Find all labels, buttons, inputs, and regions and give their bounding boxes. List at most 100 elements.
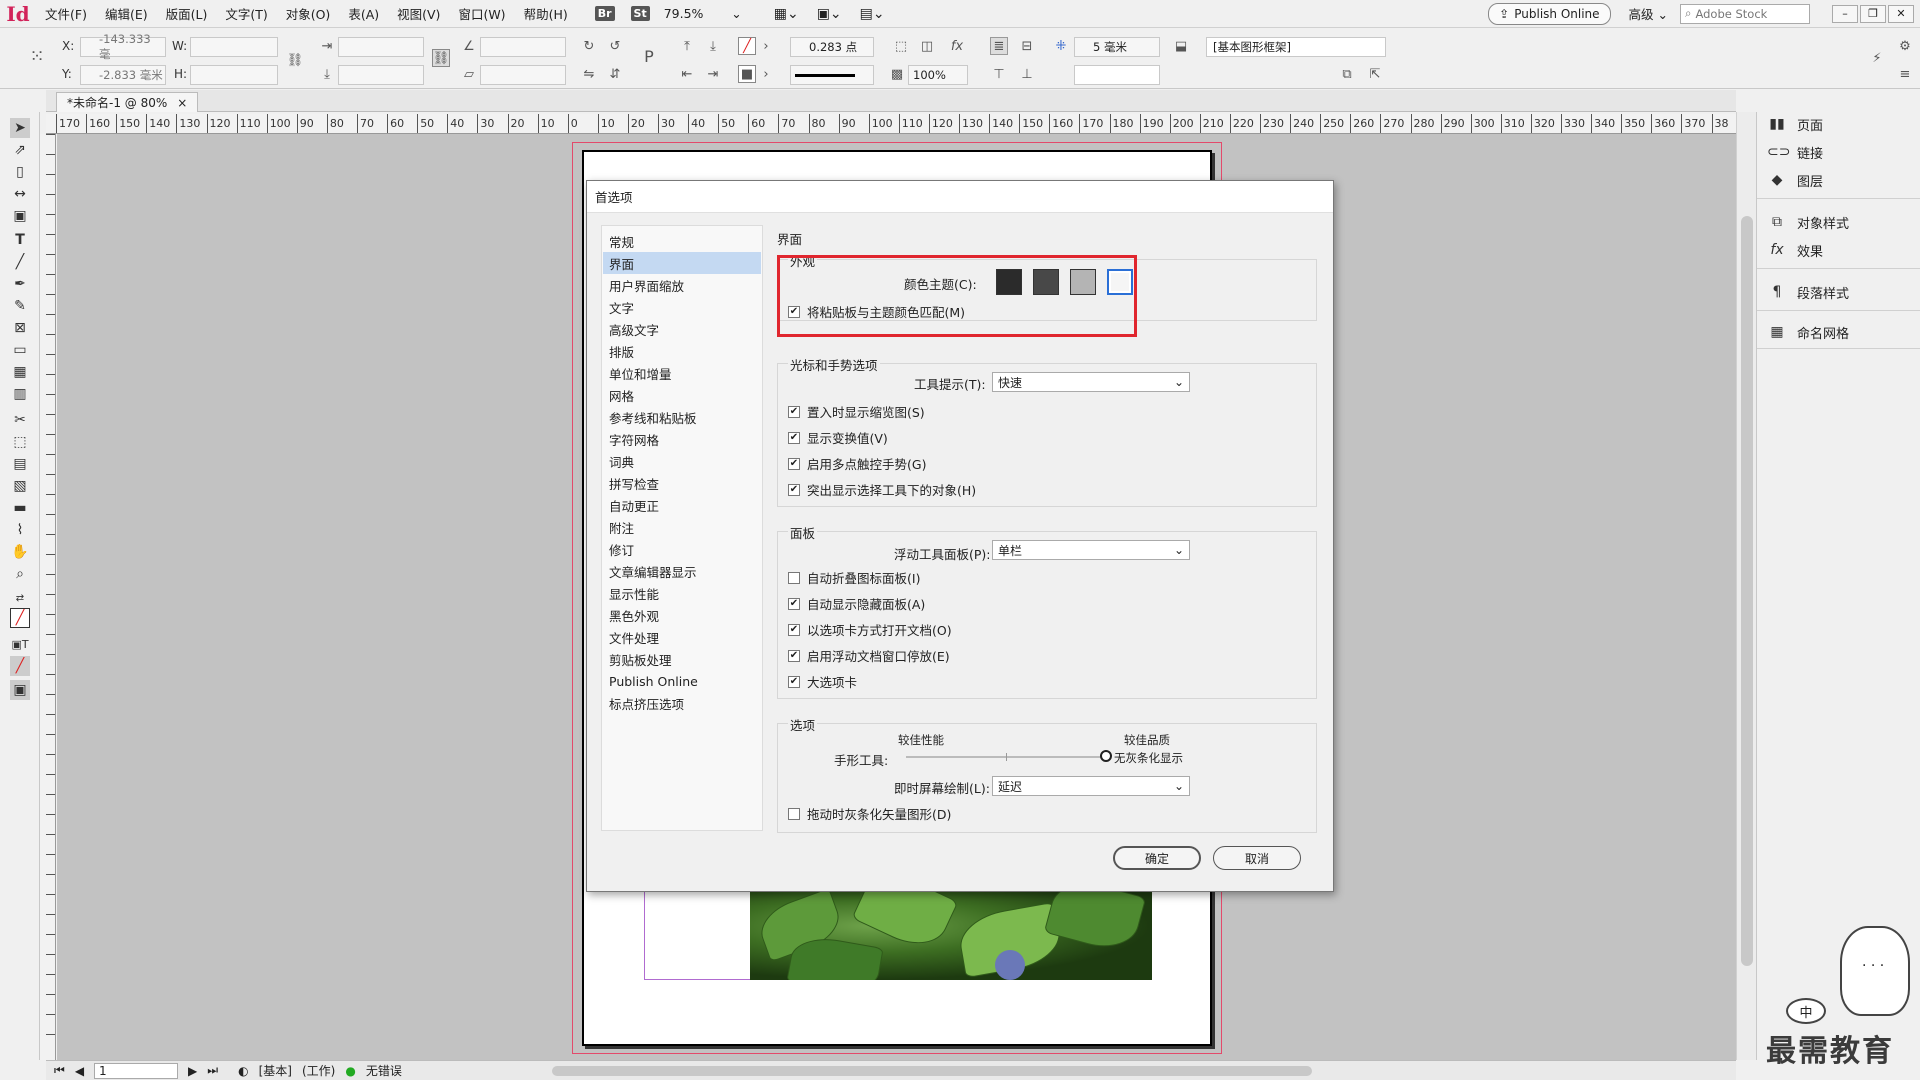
stroke-weight-field[interactable]: 0.283 点 — [790, 37, 874, 57]
layers-panel-tab[interactable]: ◆ 图层 — [1767, 168, 1823, 192]
stock-button[interactable]: St — [630, 6, 650, 21]
select-container-icon[interactable]: ⤒ — [678, 37, 696, 55]
slider-knob[interactable] — [1100, 750, 1112, 762]
flip-vertical-icon[interactable]: ⇵ — [606, 65, 624, 83]
live-draw-select[interactable]: 延迟 ⌄ — [992, 776, 1190, 796]
hand-tool-slider[interactable] — [906, 750, 1112, 762]
clear-overrides-icon[interactable]: ⧉ — [1338, 65, 1356, 83]
preflight-profile-icon[interactable]: ◐ — [238, 1064, 248, 1078]
nav-item[interactable]: 标点挤压选项 — [603, 692, 761, 714]
document-tab[interactable]: *未命名-1 @ 80% × — [56, 92, 199, 112]
nav-item[interactable]: 文字 — [603, 296, 761, 318]
reference-point-icon[interactable]: ⁙ — [28, 46, 46, 67]
nav-item[interactable]: 修订 — [603, 538, 761, 560]
restore-button[interactable]: ❐ — [1860, 4, 1886, 23]
grid-tool-icon[interactable]: ▥ — [10, 384, 30, 404]
nav-item[interactable]: 常规 — [603, 230, 761, 252]
constrain-proportions-icon[interactable]: ⛓ — [286, 51, 304, 69]
ok-button[interactable]: 确定 — [1113, 846, 1201, 870]
scale-y-field[interactable] — [338, 65, 424, 85]
gradient-feather-tool-icon[interactable]: ▧ — [10, 476, 30, 496]
named-grids-panel-tab[interactable]: ▦ 命名网格 — [1767, 320, 1849, 344]
page-tool-icon[interactable]: ▯ — [10, 162, 30, 182]
constrain-scale-icon[interactable]: ⛓ — [432, 49, 450, 67]
content-collector-icon[interactable]: ▣ — [10, 206, 30, 226]
apply-none-icon[interactable]: ╱ — [10, 656, 30, 676]
cursor-option-checkbox[interactable]: ✔ 置入时显示缩览图(S) — [788, 402, 925, 421]
drop-shadow-icon[interactable]: ◫ — [918, 37, 936, 55]
formatting-affects-icon[interactable]: ▣T — [10, 634, 30, 654]
swap-fill-stroke-icon[interactable]: ⇄ — [10, 588, 30, 608]
offset-field[interactable]: 5 毫米 — [1074, 37, 1160, 57]
menu-edit[interactable]: 编辑(E) — [96, 0, 157, 28]
panel-option-checkbox[interactable]: ✔ 自动显示隐藏面板(A) — [788, 594, 925, 613]
pages-panel-tab[interactable]: ▮▮ 页面 — [1767, 112, 1823, 136]
bridge-button[interactable]: Br — [594, 6, 615, 21]
scissors-tool-icon[interactable]: ✂ — [10, 410, 30, 430]
align-top-icon[interactable]: ⊤ — [990, 65, 1008, 83]
free-transform-tool-icon[interactable]: ⬚ — [10, 432, 30, 452]
placed-image[interactable] — [750, 890, 1152, 980]
tooltip-select[interactable]: 快速 ⌄ — [992, 372, 1190, 392]
nav-item[interactable]: 网格 — [603, 384, 761, 406]
vertical-scrollbar[interactable] — [1736, 112, 1756, 1060]
select-next-icon[interactable]: ⇥ — [704, 65, 722, 83]
selection-tool-icon[interactable]: ➤ — [10, 118, 30, 138]
gap-tool-icon[interactable]: ↔ — [10, 184, 30, 204]
workspace-select[interactable]: 高级 ⌄ — [1629, 4, 1668, 23]
nav-item[interactable]: 界面 — [603, 252, 761, 274]
x-field[interactable]: -143.333 毫 — [80, 32, 166, 61]
rotate-cw-icon[interactable]: ↻ — [580, 37, 598, 55]
y-field[interactable]: -2.833 毫米 — [80, 65, 166, 85]
nav-item[interactable]: 词典 — [603, 450, 761, 472]
nav-item[interactable]: Publish Online — [603, 670, 761, 692]
line-tool-icon[interactable]: ╱ — [10, 252, 30, 272]
first-page-icon[interactable]: ⏮ — [54, 1063, 65, 1078]
pencil-tool-icon[interactable]: ✎ — [10, 296, 30, 316]
floating-panel-select[interactable]: 单栏 ⌄ — [992, 540, 1190, 560]
nav-item[interactable]: 附注 — [603, 516, 761, 538]
effects-panel-tab[interactable]: fx 效果 — [1767, 238, 1823, 262]
h-field[interactable] — [190, 65, 278, 85]
nav-item[interactable]: 自动更正 — [603, 494, 761, 516]
nav-item[interactable]: 文件处理 — [603, 626, 761, 648]
note-tool-icon[interactable]: ▬ — [10, 498, 30, 518]
object-style-select[interactable]: [基本图形框架] — [1206, 37, 1386, 57]
zoom-select[interactable]: 79.5% ⌄ — [658, 6, 748, 21]
fill-menu-icon[interactable]: › — [760, 37, 772, 55]
panel-menu-icon[interactable]: ≡ — [1896, 65, 1914, 83]
scale-x-field[interactable] — [338, 37, 424, 57]
menu-view[interactable]: 视图(V) — [388, 0, 449, 28]
gradient-tool-icon[interactable]: ▤ — [10, 454, 30, 474]
rotate-ccw-icon[interactable]: ↺ — [606, 37, 624, 55]
screen-mode-icon[interactable]: ▣ — [10, 680, 30, 700]
page-number-field[interactable]: 1 — [94, 1062, 179, 1079]
settings-icon[interactable]: ⚙ — [1896, 37, 1914, 55]
cursor-option-checkbox[interactable]: ✔ 显示变换值(V) — [788, 428, 888, 447]
type-tool-icon[interactable]: T — [10, 230, 30, 250]
shear-field[interactable] — [480, 65, 566, 85]
cursor-option-checkbox[interactable]: ✔ 启用多点触控手势(G) — [788, 454, 926, 473]
align-text-icon[interactable]: ≣ — [990, 37, 1008, 55]
cancel-button[interactable]: 取消 — [1213, 846, 1301, 870]
nav-item[interactable]: 剪贴板处理 — [603, 648, 761, 670]
menu-table[interactable]: 表(A) — [339, 0, 388, 28]
table-tool-icon[interactable]: ▦ — [10, 362, 30, 382]
zoom-tool-icon[interactable]: ⌕ — [10, 564, 30, 584]
pen-tool-icon[interactable]: ✒ — [10, 274, 30, 294]
close-window-button[interactable]: ✕ — [1888, 4, 1914, 23]
nav-item[interactable]: 参考线和粘贴板 — [603, 406, 761, 428]
rectangle-frame-tool-icon[interactable]: ⊠ — [10, 318, 30, 338]
rectangle-tool-icon[interactable]: ▭ — [10, 340, 30, 360]
eyedropper-tool-icon[interactable]: ⌇ — [10, 520, 30, 540]
panel-option-checkbox[interactable]: 自动折叠图标面板(I) — [788, 568, 920, 587]
nav-item[interactable]: 高级文字 — [603, 318, 761, 340]
stroke-color-field[interactable] — [1074, 65, 1160, 85]
nav-item[interactable]: 拼写检查 — [603, 472, 761, 494]
menu-help[interactable]: 帮助(H) — [515, 0, 577, 28]
menu-object[interactable]: 对象(O) — [277, 0, 340, 28]
next-page-icon[interactable]: ▶ — [188, 1064, 197, 1078]
menu-layout[interactable]: 版面(L) — [157, 0, 217, 28]
stroke-menu-icon[interactable]: › — [760, 65, 772, 83]
menu-file[interactable]: 文件(F) — [36, 0, 96, 28]
